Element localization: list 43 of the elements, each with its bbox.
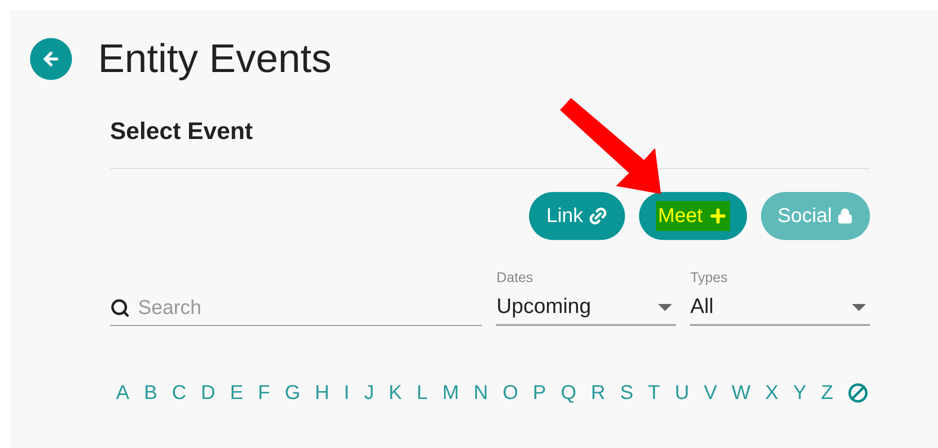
letter-link[interactable]: S xyxy=(620,378,634,408)
clear-filter-icon[interactable] xyxy=(848,383,868,403)
page-title: Entity Events xyxy=(98,39,332,79)
filter-select[interactable]: Upcoming xyxy=(496,290,676,326)
letter-link[interactable]: K xyxy=(388,378,402,408)
letter-link[interactable]: C xyxy=(172,378,186,408)
action-button[interactable]: Meet xyxy=(639,192,747,240)
letter-link[interactable]: Y xyxy=(793,378,806,408)
letter-link[interactable]: P xyxy=(532,378,546,408)
letter-link[interactable]: N xyxy=(474,378,488,408)
dropdown-caret-icon xyxy=(658,304,672,310)
letter-link[interactable]: M xyxy=(442,378,459,408)
letter-link[interactable]: E xyxy=(230,378,244,408)
search-field[interactable]: Search xyxy=(138,292,482,322)
filter-label: Dates xyxy=(496,270,534,284)
back-button[interactable] xyxy=(30,38,72,80)
letter-link[interactable]: U xyxy=(674,378,690,408)
letter-link[interactable]: V xyxy=(704,378,718,408)
lock-icon xyxy=(837,208,853,224)
filter-select[interactable]: All xyxy=(690,290,870,326)
letter-link[interactable]: Z xyxy=(821,378,834,408)
letter-link[interactable]: H xyxy=(314,378,330,408)
filter-label: Types xyxy=(690,270,729,284)
letter-link[interactable]: F xyxy=(258,378,270,408)
letter-link[interactable]: L xyxy=(416,378,428,408)
letter-link[interactable]: T xyxy=(648,378,660,408)
dropdown-caret-icon xyxy=(852,304,866,310)
letter-link[interactable]: W xyxy=(732,378,751,408)
letter-link[interactable]: Q xyxy=(560,378,576,408)
section-title: Select Event xyxy=(110,120,254,144)
letter-link[interactable]: D xyxy=(200,378,216,408)
letter-link[interactable]: O xyxy=(502,378,518,408)
letter-link[interactable]: J xyxy=(364,378,374,408)
plus-icon xyxy=(708,206,728,226)
letter-link[interactable]: A xyxy=(116,378,130,408)
letter-link[interactable]: B xyxy=(144,378,158,408)
action-button[interactable]: Link xyxy=(529,192,626,240)
letter-link[interactable]: X xyxy=(765,378,778,408)
letter-link[interactable]: R xyxy=(590,378,606,408)
back-arrow-icon xyxy=(41,49,61,69)
letter-link[interactable]: G xyxy=(284,378,300,408)
letter-link[interactable]: I xyxy=(344,378,350,408)
search-icon xyxy=(110,298,130,318)
